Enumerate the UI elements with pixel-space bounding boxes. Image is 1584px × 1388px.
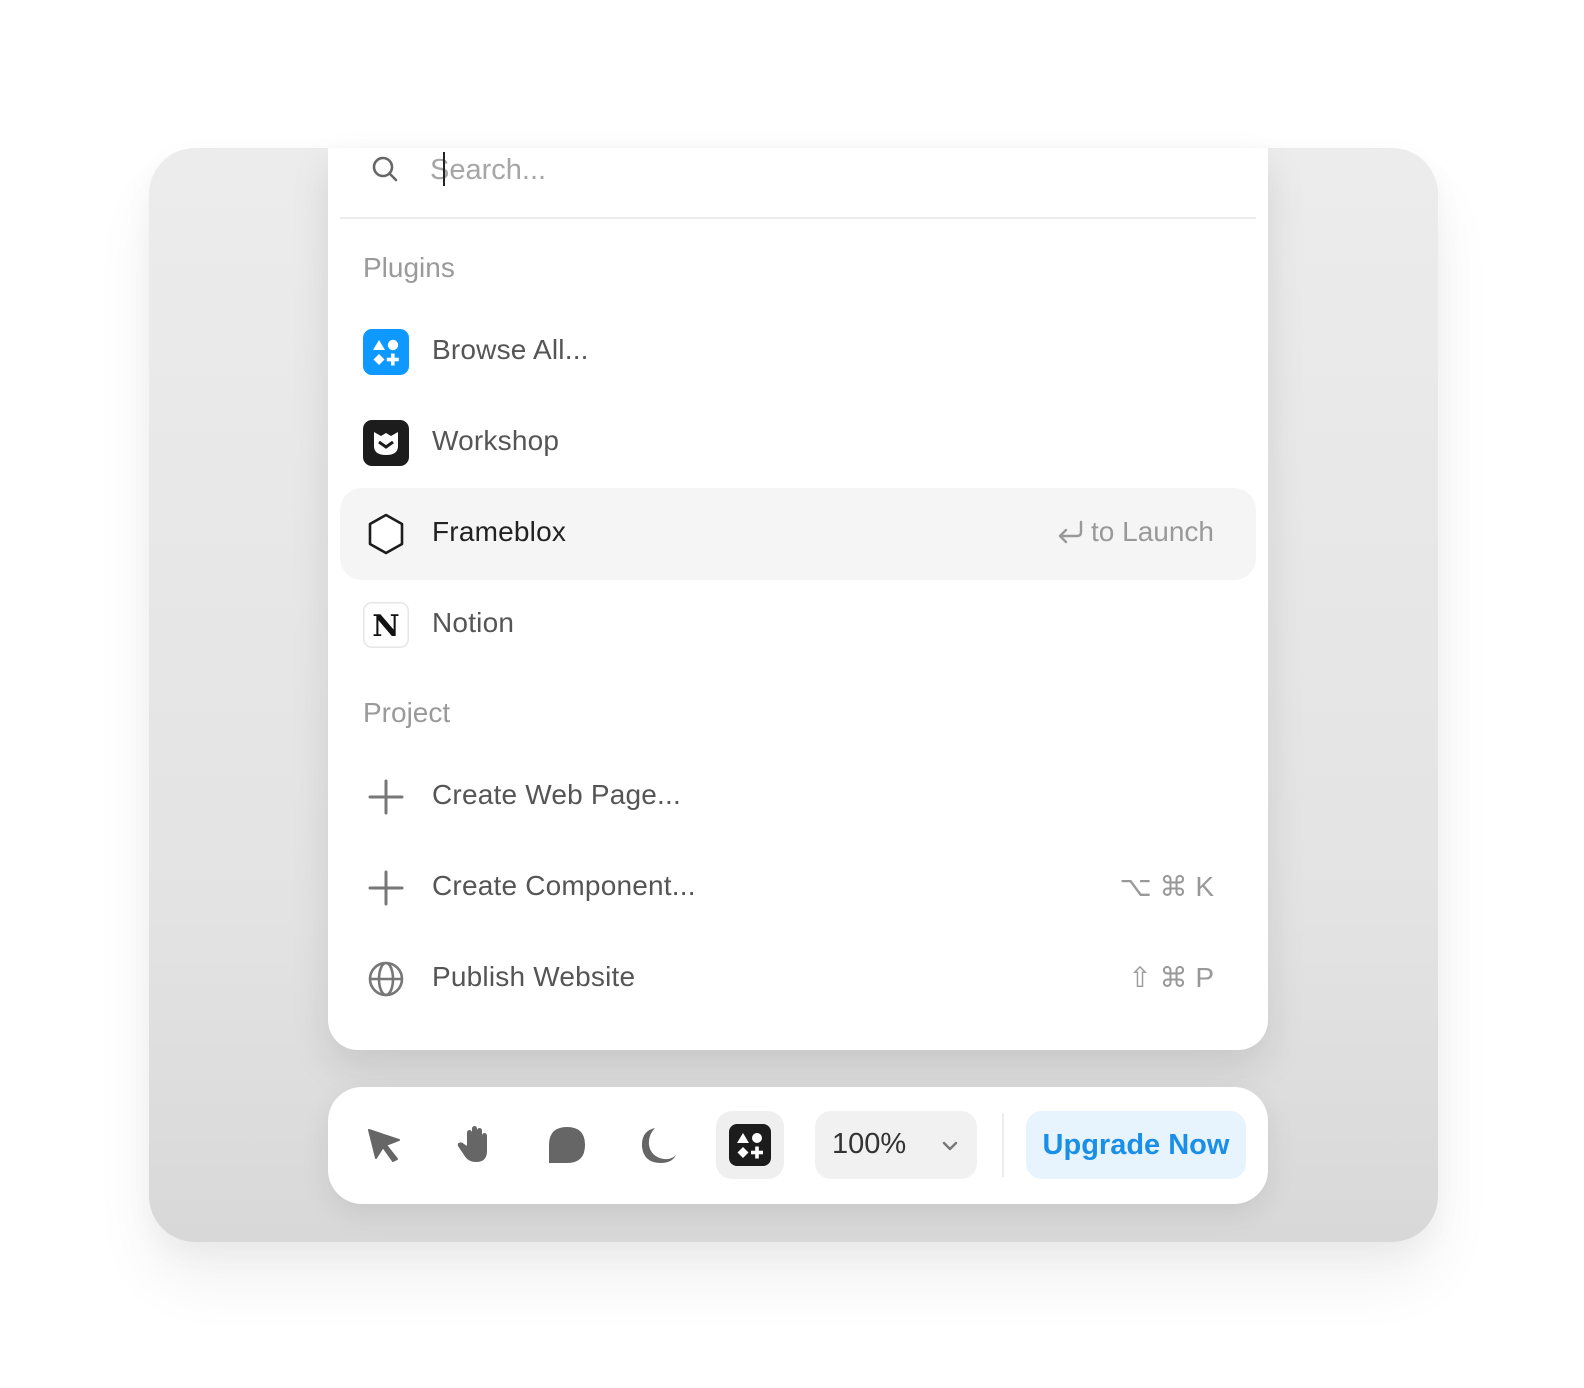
launch-hint: to Launch bbox=[1055, 516, 1214, 548]
project-item-label: Create Web Page... bbox=[432, 779, 681, 810]
plugin-item-browse-all[interactable]: Browse All... bbox=[340, 306, 1256, 398]
toolbar-divider bbox=[1002, 1113, 1004, 1177]
hand-tool-button[interactable] bbox=[441, 1111, 509, 1179]
launch-hint-text: to Launch bbox=[1091, 516, 1214, 547]
plus-icon bbox=[368, 870, 404, 906]
search-input[interactable] bbox=[430, 148, 1130, 192]
moon-icon bbox=[641, 1128, 676, 1163]
workshop-logo-icon bbox=[363, 420, 409, 466]
text-caret bbox=[443, 152, 445, 186]
project-item-create-component[interactable]: Create Component... ⌥ ⌘ K bbox=[340, 842, 1256, 934]
plugin-item-label: Browse All... bbox=[432, 334, 589, 365]
hand-icon bbox=[457, 1126, 487, 1162]
plus-icon bbox=[368, 779, 404, 815]
search-icon bbox=[372, 156, 398, 182]
section-label-plugins: Plugins bbox=[363, 252, 455, 283]
zoom-value: 100% bbox=[832, 1128, 907, 1160]
plugin-item-label: Workshop bbox=[432, 425, 560, 456]
project-item-label: Publish Website bbox=[432, 961, 636, 992]
plugin-item-frameblox[interactable]: Frameblox to Launch bbox=[340, 488, 1256, 580]
plugins-grid-icon bbox=[729, 1124, 771, 1166]
plugins-tool-button[interactable] bbox=[716, 1111, 784, 1179]
select-tool-button[interactable] bbox=[350, 1111, 418, 1179]
command-palette: Plugins Browse All... Workshop Frameblox bbox=[328, 148, 1268, 1050]
plugin-item-notion[interactable]: N Notion bbox=[340, 579, 1256, 671]
bottom-toolbar: 100% Upgrade Now bbox=[328, 1087, 1268, 1204]
theme-toggle-button[interactable] bbox=[625, 1111, 693, 1179]
zoom-select[interactable]: 100% bbox=[815, 1111, 977, 1179]
return-key-icon bbox=[1058, 520, 1083, 544]
keyboard-shortcut: ⇧ ⌘ P bbox=[1128, 962, 1214, 993]
chevron-down-icon bbox=[942, 1141, 958, 1151]
search-bar bbox=[340, 148, 1256, 219]
notion-logo-icon: N bbox=[363, 602, 409, 648]
browse-plugins-icon bbox=[363, 329, 409, 375]
globe-icon bbox=[368, 961, 404, 997]
plugin-item-label: Notion bbox=[432, 607, 515, 638]
plugin-item-label: Frameblox bbox=[432, 516, 567, 547]
svg-text:N: N bbox=[372, 609, 399, 644]
keyboard-shortcut: ⌥ ⌘ K bbox=[1119, 871, 1215, 902]
section-label-project: Project bbox=[363, 697, 451, 728]
frameblox-hexagon-icon bbox=[368, 513, 404, 555]
project-item-create-web-page[interactable]: Create Web Page... bbox=[340, 751, 1256, 843]
project-item-publish-website[interactable]: Publish Website ⇧ ⌘ P bbox=[340, 933, 1256, 1025]
comment-tool-button[interactable] bbox=[533, 1111, 601, 1179]
plugin-item-workshop[interactable]: Workshop bbox=[340, 397, 1256, 489]
comment-bubble-icon bbox=[549, 1127, 585, 1163]
cursor-arrow-icon bbox=[368, 1129, 400, 1162]
upgrade-now-button[interactable]: Upgrade Now bbox=[1026, 1111, 1246, 1179]
project-item-label: Create Component... bbox=[432, 870, 696, 901]
